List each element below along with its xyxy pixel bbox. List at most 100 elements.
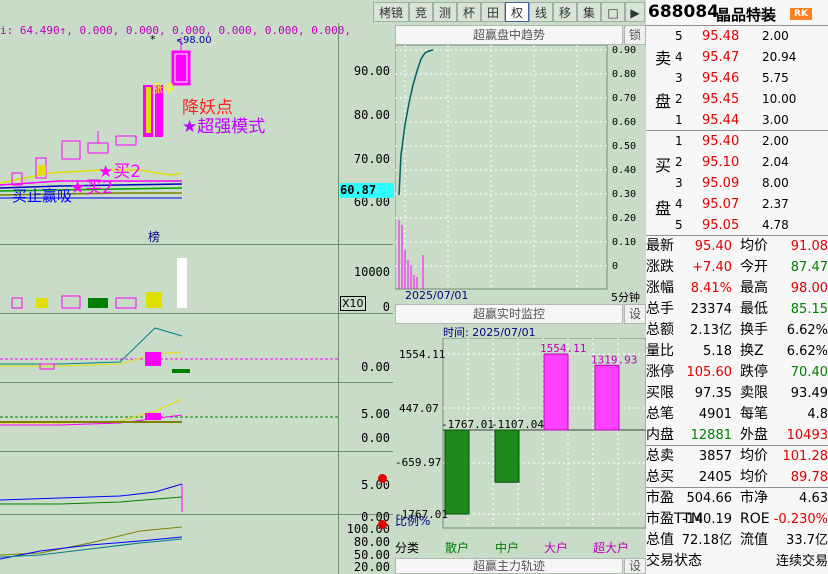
bar-label: 中户 (495, 541, 520, 555)
stat-value: 2405 (698, 470, 732, 485)
ask-row-2[interactable]: 2 95.45 10.00 (646, 89, 828, 110)
stat-label: 均价 (740, 469, 768, 485)
alert-icon[interactable] (378, 520, 387, 529)
toolbar-button[interactable]: 测 (433, 2, 457, 22)
volume-pane[interactable]: 10000 0 X10 (0, 245, 393, 314)
period-label[interactable]: 5分钟 (611, 289, 640, 305)
stat-row: 总笔 4901 每笔 4.8 (646, 404, 828, 425)
y-tick: 0.00 (361, 431, 390, 445)
stat-label: 最新 (646, 238, 674, 254)
y-tick: -659.97 (395, 456, 442, 469)
stat-label: ROE (740, 511, 770, 527)
stat-label: 总卖 (646, 448, 674, 464)
y-tick: 0 (612, 261, 619, 272)
toolbar-button[interactable]: 杯 (457, 2, 481, 22)
candle (61, 140, 81, 160)
volume-unit-button[interactable]: X10 (340, 296, 366, 311)
stat-value: 101.28 (782, 449, 828, 464)
monitor-bar (494, 429, 520, 483)
stat-value: 97.35 (694, 386, 732, 401)
y-tick: 90.00 (353, 64, 390, 78)
alert-icon[interactable] (378, 474, 387, 483)
y-tick: 70.00 (353, 152, 390, 166)
y-tick: 0.60 (612, 117, 637, 128)
ask-row-1[interactable]: 1 95.44 3.00 (646, 110, 828, 131)
stat-row: 涨幅 8.41% 最高 98.00 (646, 278, 828, 299)
stat-value: 72.18亿 (681, 533, 732, 548)
stat-label: 买限 (646, 385, 674, 401)
toolbar-button[interactable]: 线 (529, 2, 553, 22)
candle-inner (146, 87, 151, 133)
expand-icon[interactable]: ▶ (625, 2, 645, 22)
stat-value: 4.8 (807, 407, 828, 422)
indicator-pane-2[interactable]: 5.00 0.00 (0, 383, 393, 452)
toolbar-button-active[interactable]: 权 (505, 2, 529, 22)
stat-row: 总买 2405 均价 89.78 (646, 467, 828, 488)
monitor-bar (444, 429, 470, 515)
y-tick: 0.80 (612, 69, 637, 80)
indicator-pane-4[interactable]: 100.00 80.00 50.00 20.00 (0, 515, 393, 574)
stat-label: 卖限 (740, 385, 768, 401)
y-tick: 447.07 (399, 402, 439, 415)
bang-label: 榜 (148, 230, 161, 244)
stat-value: 87.47 (790, 260, 828, 275)
kline-chart-area[interactable]: i: 64.490↑, 0.000, 0.000, 0.000, 0.000, … (0, 23, 394, 574)
stat-value: 91.08 (790, 239, 828, 254)
toolbar-button[interactable]: 田 (481, 2, 505, 22)
stat-label: 换Z (740, 343, 764, 359)
indicator-pane-3[interactable]: 5.00 0.00 (0, 452, 393, 524)
candlestick-svg: * 98.00 ↖ (0, 33, 212, 199)
toolbar-button[interactable]: 集 (577, 2, 601, 22)
bid-row-4[interactable]: 4 95.07 2.37 (646, 194, 828, 215)
monitor-bar-chart: -1767.01-1107.04 1554.11 1319.93 (441, 338, 646, 529)
stat-value: 95.40 (694, 239, 732, 254)
quote-panel: 688084 晶品特装 RK 卖 盘 5 95.48 2.00 4 95.47 20.9… (646, 0, 828, 574)
bid-row-2[interactable]: 2 95.10 2.04 (646, 152, 828, 173)
toolbar-button[interactable]: 栲镜 (373, 2, 409, 22)
category-label: 分类 (395, 541, 420, 555)
stat-label: 外盘 (740, 427, 768, 443)
candle (115, 135, 137, 146)
stat-label: 每笔 (740, 406, 768, 422)
bar-label: 大户 (544, 541, 569, 555)
toolbar-button[interactable]: □ (601, 2, 625, 22)
bar-value-label: 1554.11 (540, 342, 586, 355)
toolbar-button[interactable]: 竞 (409, 2, 433, 22)
chaoqiang-annotation: ★超强模式 (182, 117, 266, 137)
y-tick: 0.30 (612, 189, 637, 200)
ask-row-3[interactable]: 3 95.46 5.75 (646, 68, 828, 89)
rk-badge[interactable]: RK (790, 8, 812, 20)
stat-label: 总买 (646, 469, 674, 485)
monitor-settings-button[interactable]: 设 (624, 304, 646, 324)
stat-label: 均价 (740, 238, 768, 254)
y-tick: 20.00 (353, 560, 390, 574)
stat-value: 8.41% (690, 281, 732, 296)
stat-label: 换手 (740, 322, 768, 338)
stat-value: 93.49 (790, 386, 828, 401)
ask-row-5[interactable]: 5 95.48 2.00 (646, 26, 828, 47)
bid-row-3[interactable]: 3 95.09 8.00 (646, 173, 828, 194)
stat-label: 今开 (740, 259, 768, 275)
price-pane[interactable]: i: 64.490↑, 0.000, 0.000, 0.000, 0.000, … (0, 23, 394, 245)
lock-button[interactable]: 锁 (624, 25, 646, 45)
volume-svg (11, 258, 187, 309)
realtime-monitor-panel: 超赢实时监控 设 时间: 2025/07/01 -1767.01 -1107.04… (395, 304, 646, 558)
indicator-pane-1[interactable]: 0.00 (0, 314, 393, 383)
stat-row: 总手 23374 最低 85.15 (646, 299, 828, 320)
stock-header: 688084 晶品特装 RK (646, 0, 828, 25)
intraday-date: 2025/07/01 (405, 289, 469, 302)
bid-row-5[interactable]: 5 95.05 4.78 (646, 215, 828, 236)
stat-value: 5.18 (703, 344, 732, 359)
stat-value: 12881 (690, 428, 732, 443)
intraday-title: 超赢盘中趋势 (395, 25, 623, 45)
stat-label: 总手 (646, 301, 674, 317)
bid-row-1[interactable]: 1 95.40 2.00 (646, 131, 828, 152)
ratio-label: 比例% (395, 514, 431, 528)
toolbar-button[interactable]: 移 (553, 2, 577, 22)
mainflow-settings-button[interactable]: 设 (624, 558, 646, 574)
bar-label: 散户 (445, 541, 470, 555)
current-price-marker: 60.87 (340, 183, 394, 198)
stat-value: 4.63 (799, 491, 828, 506)
ask-row-4[interactable]: 4 95.47 20.94 (646, 47, 828, 68)
stat-row: 内盘 12881 外盘 10493 (646, 425, 828, 446)
